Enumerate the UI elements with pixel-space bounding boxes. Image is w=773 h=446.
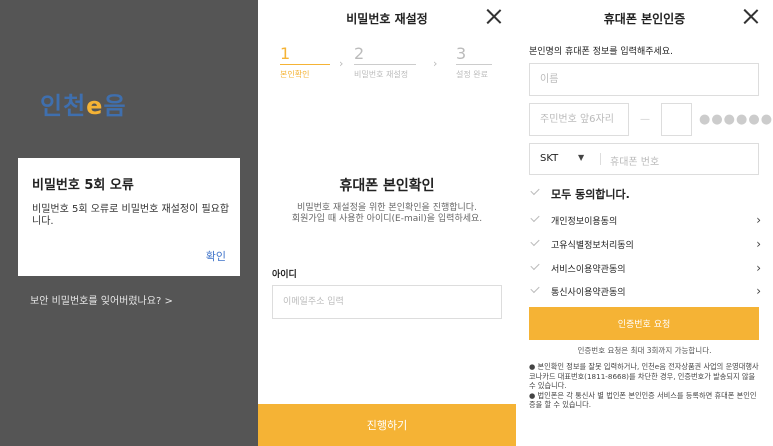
carrier-select[interactable]: SKT <box>540 153 558 164</box>
dialog-title: 비밀번호 5회 오류 <box>32 178 134 193</box>
section-description: 비밀번호 재설정을 위한 본인확인을 진행합니다. 회원가입 때 사용한 아이디… <box>291 203 483 224</box>
agreement-item[interactable]: 개인정보이용동의 › <box>529 212 761 230</box>
agree-all-checkbox[interactable]: 모두 동의합니다. <box>529 185 761 203</box>
incheon-eum-logo: 인천e음 <box>40 92 127 120</box>
chevron-right-icon: › <box>339 57 344 70</box>
chevron-right-icon[interactable]: › <box>756 284 761 298</box>
chevron-right-icon[interactable]: › <box>756 213 761 227</box>
check-icon <box>530 283 540 294</box>
id-label: 아이디 <box>272 270 297 280</box>
rrn-back-first-digit-field[interactable] <box>661 103 692 136</box>
close-icon[interactable] <box>486 8 502 24</box>
name-field[interactable] <box>529 63 759 96</box>
chevron-right-icon: › <box>433 57 438 70</box>
dialog-confirm-button[interactable]: 확인 <box>206 248 226 264</box>
phone-verification-screen: 휴대폰 본인인증 본인명의 휴대폰 정보를 입력해주세요. — ●●●●●● S… <box>516 0 773 446</box>
password-reset-screen: 비밀번호 재설정 1 본인확인 › 2 비밀번호 재설정 › 3 설정 완료 휴… <box>258 0 516 446</box>
proceed-button[interactable]: 진행하기 <box>258 404 516 446</box>
rrn-mask: ●●●●●● <box>699 112 773 127</box>
notice-text: ● 본인확인 정보를 잘못 입력하거나, 인천e음 전자상품권 사업의 운영대행… <box>529 362 759 409</box>
page-title: 비밀번호 재설정 <box>346 12 428 26</box>
step-3: 3 설정 완료 <box>456 44 492 80</box>
close-icon[interactable] <box>743 8 759 24</box>
chevron-right-icon[interactable]: › <box>756 261 761 275</box>
chevron-right-icon[interactable]: › <box>756 237 761 251</box>
request-note: 인증번호 요청은 최대 3회까지 가능합니다. <box>577 346 712 355</box>
check-icon <box>530 212 540 223</box>
phone-number-field[interactable]: 휴대폰 번호 <box>610 153 659 168</box>
agreement-item[interactable]: 통신사이용약관동의 › <box>529 283 761 301</box>
check-icon <box>530 260 540 271</box>
login-screen-dimmed: 인천e음 보안 비밀번호를 잊어버렸나요? > 비밀번호 5회 오류 비밀번호 … <box>0 0 258 446</box>
email-field[interactable] <box>272 285 502 319</box>
agreement-item[interactable]: 고유식별정보처리동의 › <box>529 236 761 254</box>
section-heading: 휴대폰 본인확인 <box>339 178 435 194</box>
step-2: 2 비밀번호 재설정 <box>354 44 416 80</box>
chevron-down-icon[interactable]: ▼ <box>578 153 584 162</box>
check-icon <box>530 185 540 196</box>
phone-input-group: SKT ▼ 휴대폰 번호 <box>529 143 759 175</box>
check-icon <box>530 236 540 247</box>
forgot-password-link[interactable]: 보안 비밀번호를 잊어버렸나요? > <box>30 292 173 307</box>
agreement-item[interactable]: 서비스이용약관동의 › <box>529 260 761 278</box>
step-1: 1 본인확인 <box>280 44 330 80</box>
intro-text: 본인명의 휴대폰 정보를 입력해주세요. <box>529 47 673 57</box>
request-code-button[interactable]: 인증번호 요청 <box>529 307 759 340</box>
rrn-front-field[interactable] <box>529 103 629 136</box>
page-title: 휴대폰 본인인증 <box>603 12 686 26</box>
password-error-dialog: 비밀번호 5회 오류 비밀번호 5회 오류로 비밀번호 재설정이 필요합니다. … <box>18 158 240 276</box>
dialog-message: 비밀번호 5회 오류로 비밀번호 재설정이 필요합니다. <box>32 204 230 227</box>
rrn-dash: — <box>640 114 650 125</box>
